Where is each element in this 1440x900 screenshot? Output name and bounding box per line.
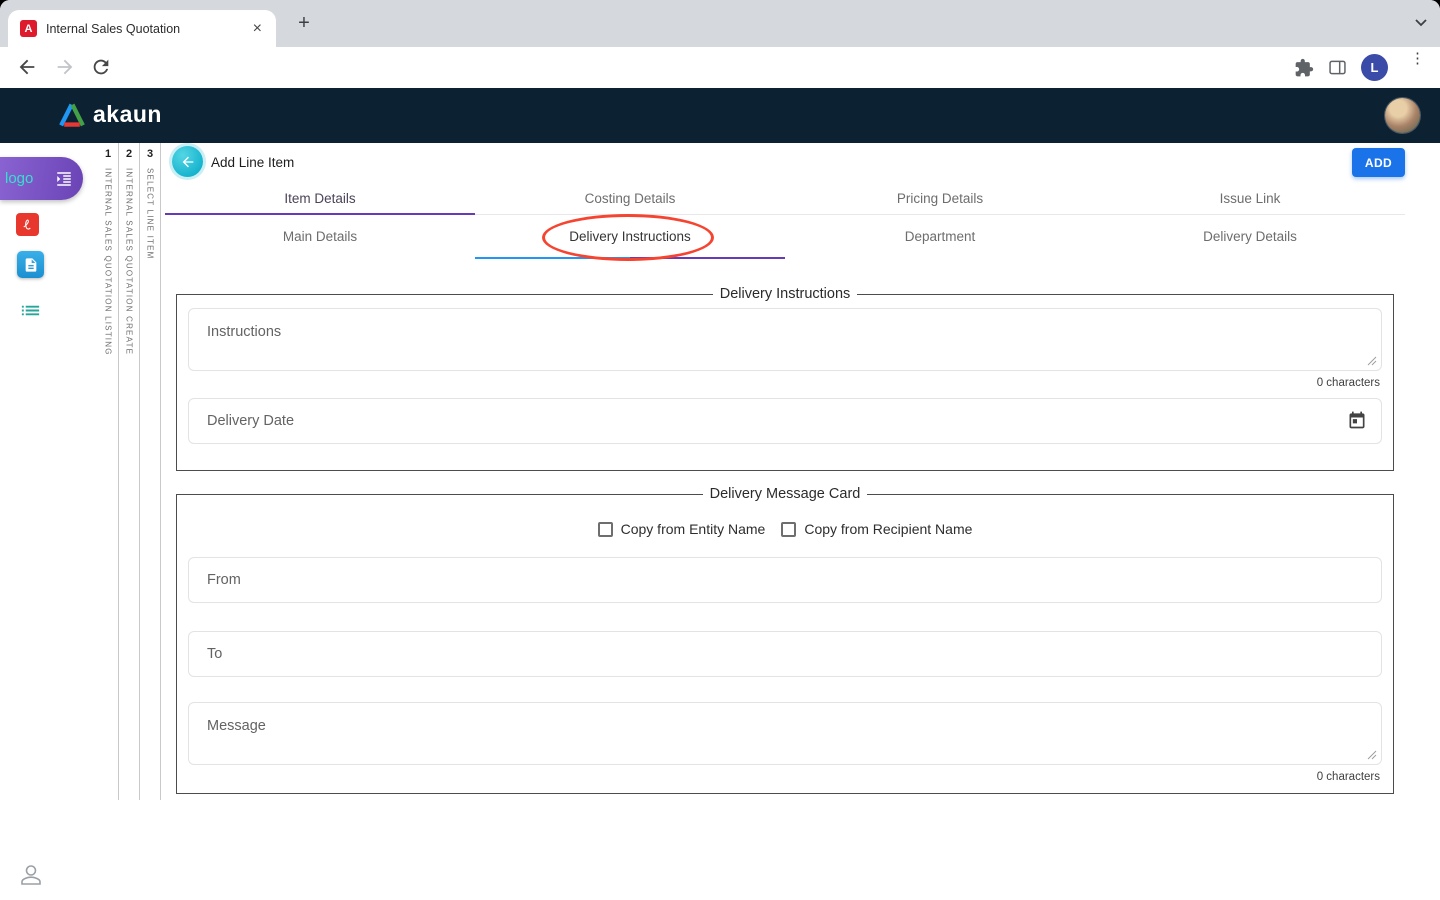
- side-panel-icon[interactable]: [1327, 57, 1348, 78]
- tab-delivery-details[interactable]: Delivery Details: [1095, 215, 1405, 259]
- tab-item-details[interactable]: Item Details: [165, 183, 475, 214]
- tab-department[interactable]: Department: [785, 215, 1095, 259]
- tab-pricing-details[interactable]: Pricing Details: [785, 183, 1095, 214]
- tabs-row-secondary: Main Details Delivery Instructions Depar…: [165, 215, 1405, 259]
- forward-icon[interactable]: [54, 56, 76, 78]
- akaun-triangle-icon: [58, 102, 86, 128]
- list-menu-icon[interactable]: [19, 299, 42, 322]
- tab-delivery-instructions[interactable]: Delivery Instructions: [475, 215, 785, 259]
- copy-from-recipient-label: Copy from Recipient Name: [804, 521, 972, 537]
- tab-ink-purple: [630, 257, 785, 260]
- indent-menu-icon: [55, 170, 73, 188]
- sidebar-toggle[interactable]: logo: [0, 157, 83, 200]
- reload-icon[interactable]: [90, 56, 112, 78]
- browser-tabstrip: A Internal Sales Quotation × +: [0, 0, 1440, 47]
- from-input[interactable]: [188, 557, 1382, 603]
- step-select-line-item[interactable]: 3 SELECT LINE ITEM: [140, 143, 161, 800]
- extensions-puzzle-icon[interactable]: [1294, 58, 1314, 78]
- step-number: 2: [119, 143, 139, 160]
- browser-profile-avatar[interactable]: L: [1361, 54, 1388, 81]
- copy-from-recipient-checkbox[interactable]: [781, 522, 796, 537]
- card-legend: Delivery Message Card: [703, 486, 868, 502]
- step-label: SELECT LINE ITEM: [146, 168, 155, 260]
- back-button[interactable]: [172, 146, 203, 177]
- brand-text: akaun: [93, 101, 162, 128]
- left-rail: logo: [0, 143, 64, 900]
- card-legend: Delivery Instructions: [713, 286, 858, 302]
- page-title: Add Line Item: [211, 143, 294, 183]
- back-icon[interactable]: [16, 56, 38, 78]
- tab-title: Internal Sales Quotation: [46, 22, 249, 36]
- person-icon[interactable]: [19, 863, 43, 887]
- instructions-char-count: 0 characters: [190, 377, 1380, 389]
- tabs-row-primary: Item Details Costing Details Pricing Det…: [165, 183, 1405, 215]
- calendar-icon[interactable]: [1347, 410, 1367, 430]
- tab-ink-blue: [475, 257, 630, 260]
- user-avatar[interactable]: [1385, 98, 1420, 133]
- message-textarea[interactable]: [188, 702, 1382, 765]
- delivery-message-card: Delivery Message Card Copy from Entity N…: [176, 486, 1394, 794]
- instructions-textarea[interactable]: [188, 308, 1382, 371]
- step-number: 3: [140, 143, 160, 160]
- tab-main-details[interactable]: Main Details: [165, 215, 475, 259]
- tab-favicon-icon: A: [20, 20, 37, 37]
- browser-menu-kebab-icon[interactable]: ⋮: [1410, 55, 1422, 63]
- screen: A Internal Sales Quotation × + akaun.clo…: [0, 0, 1440, 900]
- step-label: INTERNAL SALES QUOTATION CREATE: [125, 168, 134, 355]
- delivery-date-input[interactable]: [188, 398, 1382, 444]
- step-internal-sales-quotation-listing[interactable]: 1 INTERNAL SALES QUOTATION LISTING: [98, 143, 119, 800]
- rail-logo-label: logo: [5, 170, 33, 187]
- browser-toolbar: akaun.cloud/#/applet/tnt/wavelet/erp/int…: [0, 47, 1440, 88]
- delivery-instructions-card: Delivery Instructions 0 characters: [176, 286, 1394, 471]
- step-number: 1: [98, 143, 118, 160]
- document-app-icon[interactable]: [17, 251, 44, 278]
- copy-from-entity-checkbox[interactable]: [598, 522, 613, 537]
- wizard-steps: 1 INTERNAL SALES QUOTATION LISTING 2 INT…: [98, 143, 161, 800]
- copy-from-recipient-option: Copy from Recipient Name: [781, 521, 972, 537]
- browser-tab[interactable]: A Internal Sales Quotation ×: [8, 10, 276, 47]
- add-button[interactable]: ADD: [1352, 148, 1405, 177]
- copy-from-entity-label: Copy from Entity Name: [621, 521, 766, 537]
- main-content: Add Line Item ADD Item Details Costing D…: [165, 143, 1405, 794]
- new-tab-button[interactable]: +: [292, 12, 316, 36]
- tab-close-icon[interactable]: ×: [249, 20, 266, 38]
- app-header: akaun: [0, 88, 1440, 143]
- back-arrow-icon: [180, 154, 196, 170]
- step-label: INTERNAL SALES QUOTATION LISTING: [104, 168, 113, 356]
- acrobat-app-icon[interactable]: [16, 213, 39, 236]
- tab-issue-link[interactable]: Issue Link: [1095, 183, 1405, 214]
- line-item-toolbar: Add Line Item ADD: [165, 143, 1405, 183]
- to-input[interactable]: [188, 631, 1382, 677]
- copy-options-row: Copy from Entity Name Copy from Recipien…: [188, 521, 1382, 537]
- step-internal-sales-quotation-create[interactable]: 2 INTERNAL SALES QUOTATION CREATE: [119, 143, 140, 800]
- message-char-count: 0 characters: [190, 771, 1380, 783]
- akaun-logo: akaun: [58, 101, 162, 128]
- tab-costing-details[interactable]: Costing Details: [475, 183, 785, 214]
- tab-search-chevron-icon[interactable]: [1414, 18, 1428, 28]
- copy-from-entity-option: Copy from Entity Name: [598, 521, 766, 537]
